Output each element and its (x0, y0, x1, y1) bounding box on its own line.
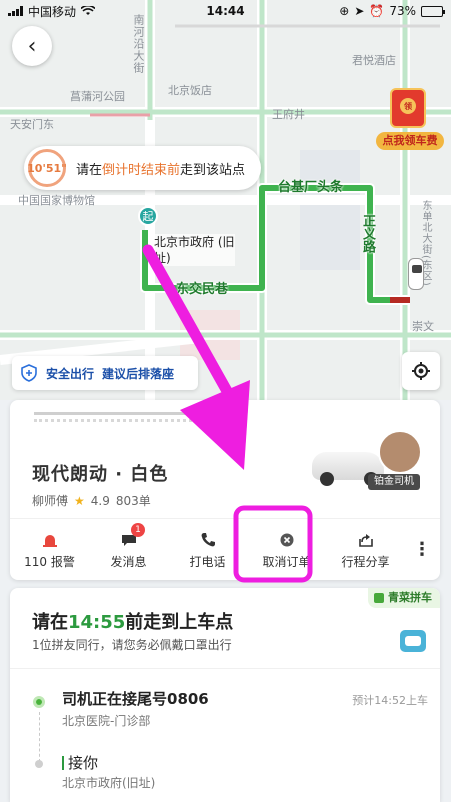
start-label-line: 址) (154, 251, 171, 265)
road-label: 台基厂头条 (278, 180, 344, 195)
action-label: 行程分享 (341, 555, 390, 569)
more-icon[interactable]: ⋮ (405, 539, 439, 560)
action-bar: 110 报警 1 发消息 打电话 取消订单 行程分享 ⋮ (10, 518, 440, 580)
share-trip-button[interactable]: 行程分享 (326, 529, 405, 570)
action-label: 打电话 (189, 555, 226, 569)
location-icon: ➤ (354, 4, 365, 18)
car-wheel (320, 472, 334, 486)
step1-subtitle: 北京医院-门诊部 (62, 714, 151, 728)
countdown-timer: 10'51" (27, 149, 67, 187)
map-label: 王府井 (272, 108, 305, 121)
carrier-label: 中国移动 (28, 4, 77, 19)
alarm-clock-icon: ⏰ (369, 4, 385, 18)
battery-label: 73% (389, 4, 416, 18)
map-label: 南河沿大街 (132, 14, 145, 74)
hint-suffix: 走到该站点 (180, 162, 246, 178)
star-icon: ★ (74, 493, 85, 508)
driver-avatar[interactable] (378, 430, 422, 474)
red-packet-promo[interactable]: 领 点我领车费 (376, 84, 444, 156)
step2-subtitle: 北京市政府(旧址) (62, 776, 156, 790)
action-label: 发消息 (110, 555, 147, 569)
driver-orders: 803单 (115, 494, 151, 508)
car-marker (408, 258, 424, 290)
car-model: 现代朗动 · 白色 (32, 464, 169, 485)
orientation-lock-icon: ⊕ (339, 4, 350, 18)
step-dot-active (33, 696, 45, 708)
pickup-title-prefix: 请在 (32, 612, 68, 633)
red-packet-label: 点我领车费 (376, 132, 444, 150)
hint-prefix: 请在 (76, 162, 103, 178)
safety-banner[interactable]: 安全出行 建议后排落座 (12, 356, 198, 390)
road-label: 正义路 (360, 214, 375, 253)
safety-subtitle: 建议后排落座 (102, 366, 175, 381)
action-label: 110 报警 (24, 555, 75, 569)
start-label-line: 北京市政府 (旧 (154, 235, 235, 249)
battery-icon (421, 5, 445, 17)
hint-text: 请在倒计时结束前走到该站点 (76, 159, 245, 178)
map-view[interactable]: 南河沿大街 菖蒲河公园 北京饭店 君悦酒店 天安门东 王府井 中国国家博物馆 崇… (0, 0, 451, 400)
wifi-icon (81, 6, 96, 15)
start-point-label: 北京市政府 (旧 址) (154, 234, 235, 266)
driver-rating: 4.9 (90, 493, 110, 508)
safety-title: 安全出行 (46, 366, 95, 381)
police-button[interactable]: 110 报警 (10, 529, 89, 570)
trip-card: 青菜拼车 请在14:55前走到上车点 1位拼友同行，请您务必佩戴口罩出行 司机正… (10, 588, 440, 802)
pool-tag: 青菜拼车 (368, 588, 440, 608)
step2-title: 接你 (62, 752, 98, 773)
step-connector (39, 712, 40, 762)
map-label: 天安门东 (10, 118, 54, 131)
map-label: 君悦酒店 (352, 54, 396, 67)
pickup-subtitle: 1位拼友同行，请您务必佩戴口罩出行 (32, 638, 232, 652)
map-label: 中国国家博物馆 (18, 194, 95, 207)
driver-name: 柳师傅 (32, 494, 69, 508)
driver-card: 现代朗动 · 白色 柳师傅 ★ 4.9 803单 铂金司机 110 报警 1 发… (10, 400, 440, 580)
shield-icon (20, 363, 38, 383)
action-label: 取消订单 (262, 555, 311, 569)
step1-eta: 预计14:52上车 (352, 694, 428, 707)
unread-badge: 1 (131, 523, 145, 537)
phone-icon (201, 533, 215, 547)
map-label: 北京饭店 (168, 84, 212, 97)
cancel-icon (280, 533, 293, 547)
share-icon (358, 534, 373, 547)
mask-icon (400, 630, 426, 652)
divider (10, 668, 440, 669)
back-button[interactable]: ‹ (12, 26, 52, 66)
alarm-icon (42, 535, 57, 547)
driver-level-badge: 铂金司机 (368, 474, 420, 490)
message-button[interactable]: 1 发消息 (89, 523, 168, 570)
chevron-left-icon: ‹ (27, 33, 37, 59)
pickup-title: 请在14:55前走到上车点 (32, 608, 233, 634)
pickup-time: 14:55 (68, 612, 126, 633)
road-label: 东交民巷 (176, 282, 229, 297)
signal-icon (8, 6, 23, 16)
step1-title: 司机正在接尾号0806 (62, 690, 209, 708)
pickup-title-suffix: 前走到上车点 (125, 612, 234, 633)
map-label: 菖蒲河公园 (70, 90, 125, 103)
cancel-order-button[interactable]: 取消订单 (247, 529, 326, 570)
status-bar: 中国移动 14:44 ⊕ ➤ ⏰ 73% (0, 0, 451, 22)
plate-number-blurred (34, 412, 204, 422)
red-packet-coin: 领 (400, 98, 416, 114)
status-right: ⊕ ➤ ⏰ 73% (339, 4, 445, 18)
map-label: 崇文 (412, 320, 434, 333)
hint-highlight: 倒计时结束前 (102, 162, 181, 178)
call-button[interactable]: 打电话 (168, 529, 247, 570)
locate-icon (412, 362, 430, 380)
walk-hint-bubble: 10'51" 请在倒计时结束前走到该站点 (24, 146, 262, 190)
driver-meta: 柳师傅 ★ 4.9 803单 (32, 492, 151, 509)
locate-button[interactable] (402, 352, 440, 390)
start-pin[interactable]: 起 (138, 206, 158, 226)
step-dot-pending (35, 760, 43, 768)
status-left: 中国移动 (8, 3, 96, 20)
